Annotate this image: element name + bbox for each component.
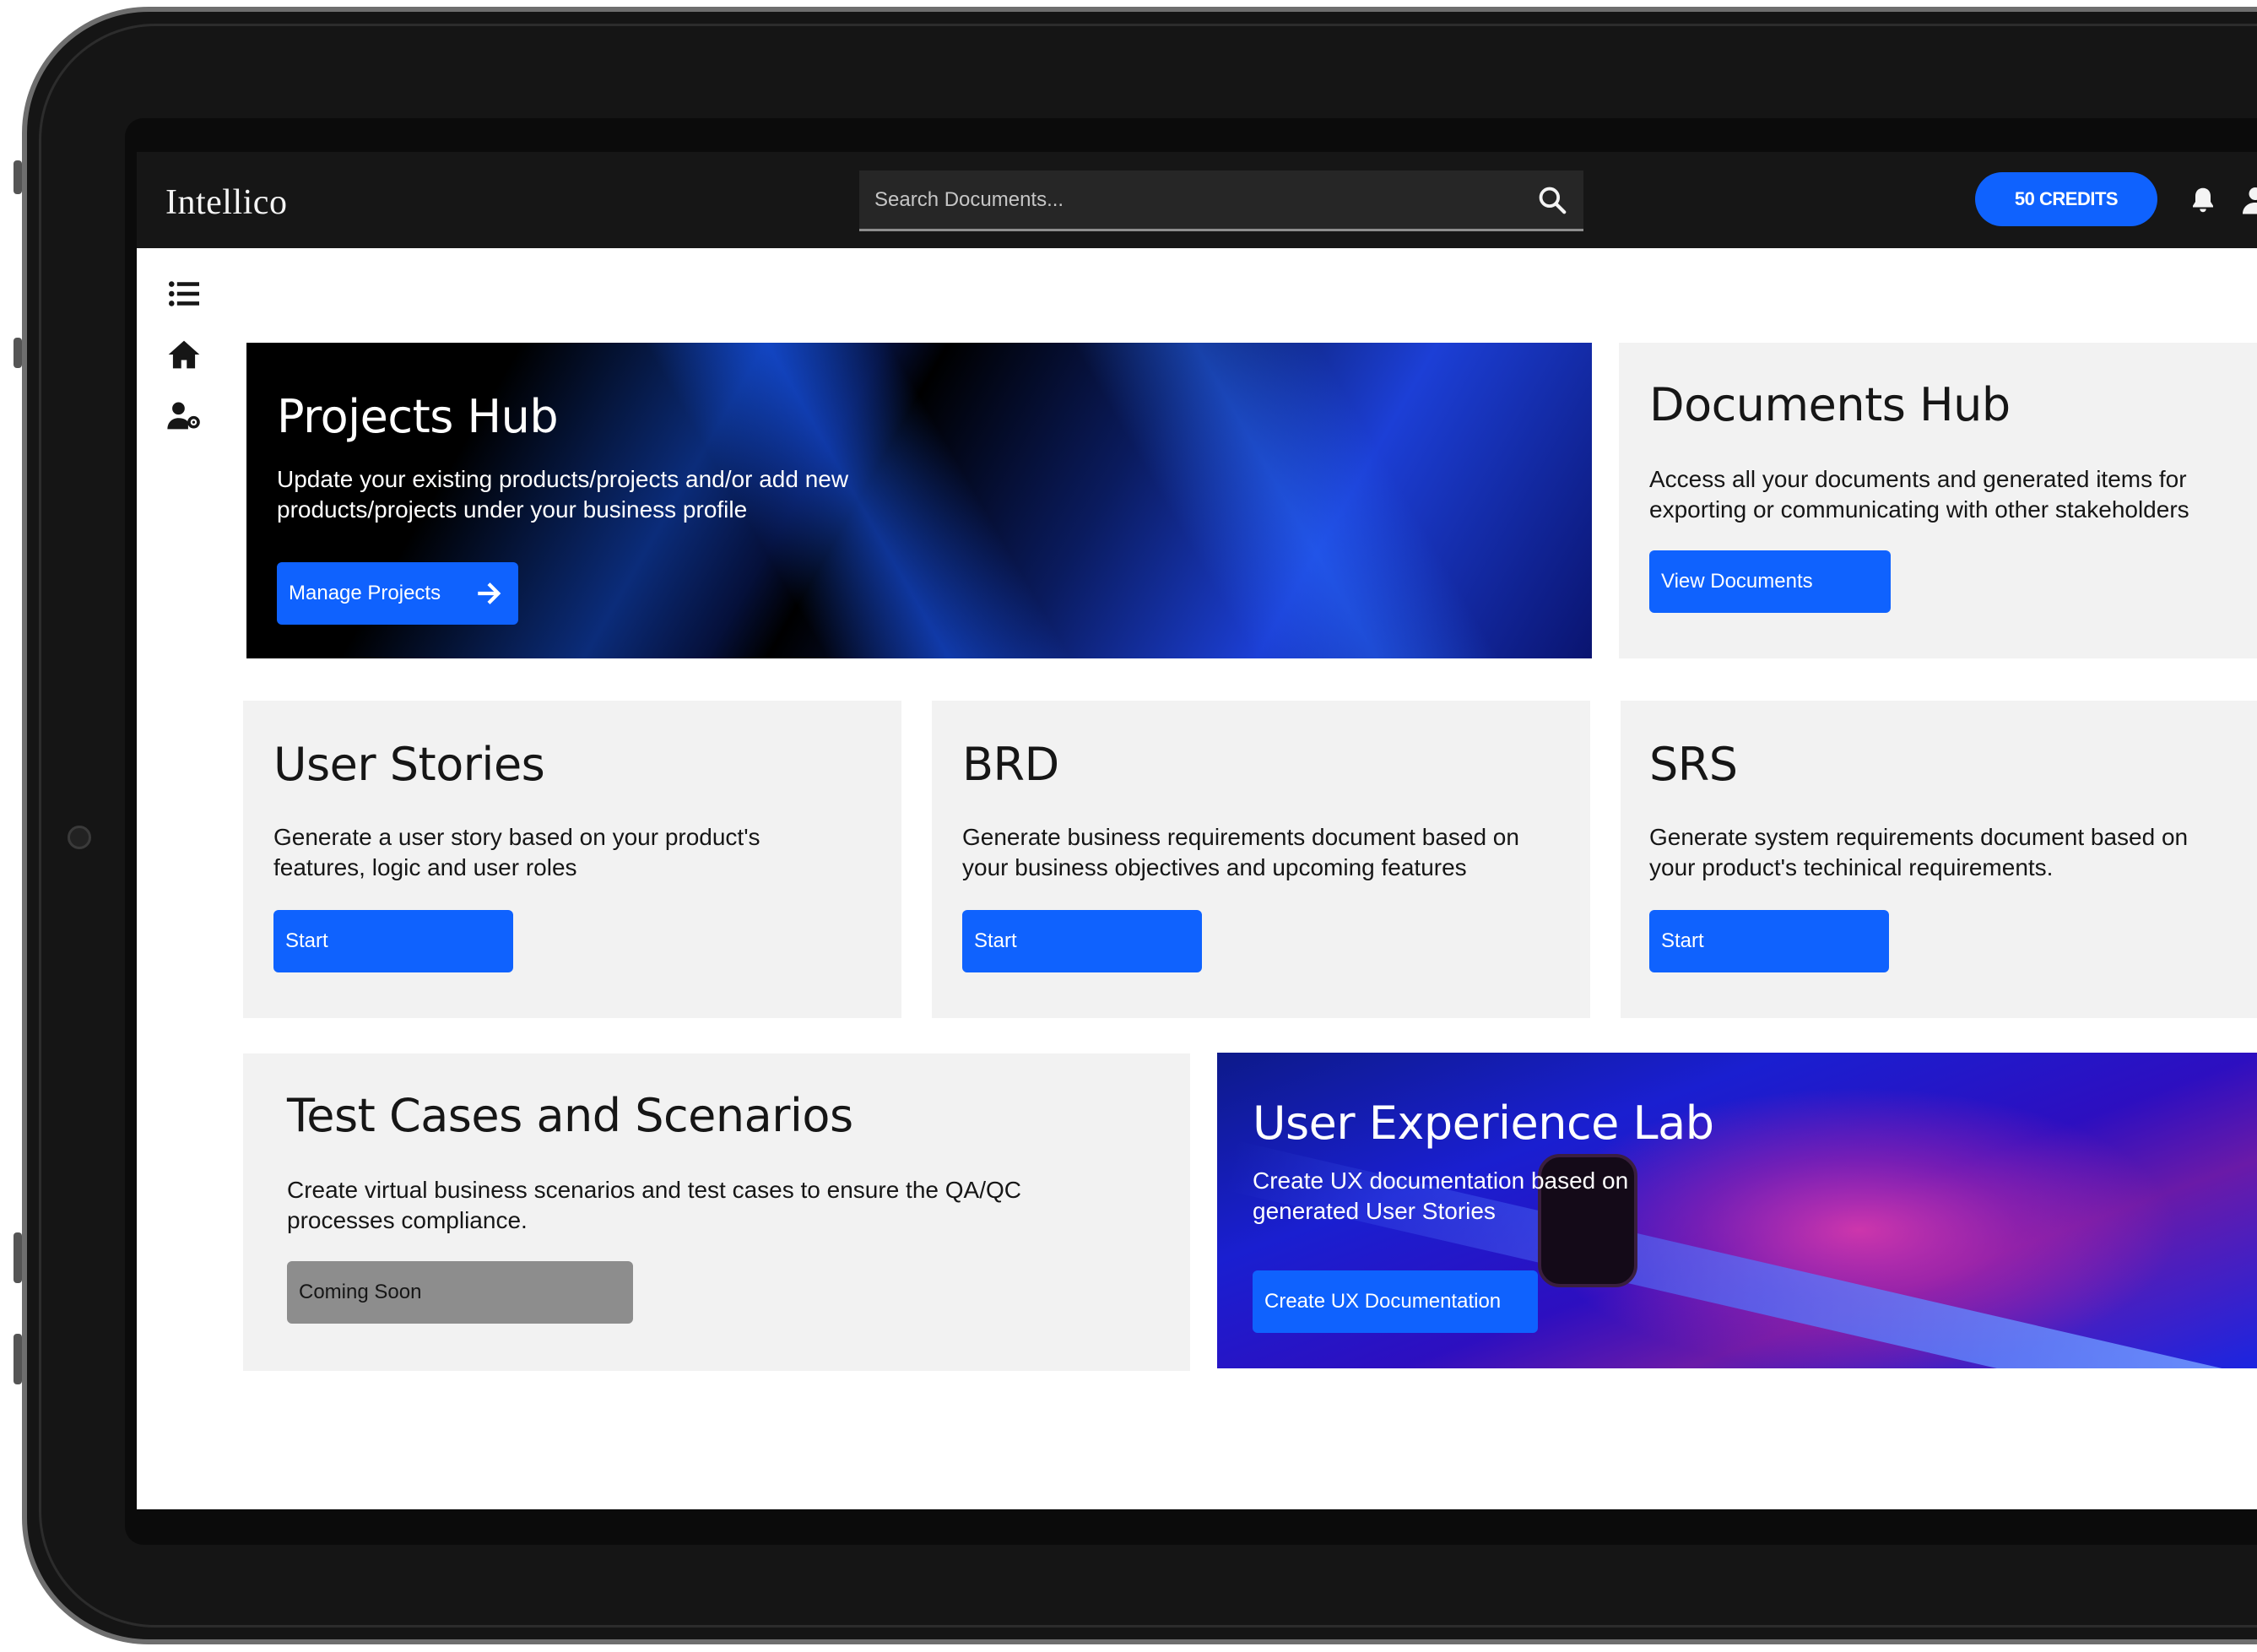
user-stories-title: User Stories (273, 738, 545, 791)
brd-card: BRD Generate business requirements docum… (932, 701, 1590, 1018)
test-cases-card: Test Cases and Scenarios Create virtual … (243, 1053, 1190, 1371)
documents-hub-card: Documents Hub Access all your documents … (1619, 343, 2257, 658)
documents-hub-title: Documents Hub (1649, 378, 2011, 431)
search-input[interactable] (873, 171, 1518, 230)
manage-projects-label: Manage Projects (289, 582, 441, 604)
arrow-right-icon (478, 582, 501, 604)
list-icon[interactable] (167, 279, 201, 309)
ux-lab-card: User Experience Lab Create UX documentat… (1217, 1053, 2257, 1368)
home-icon[interactable] (167, 339, 201, 370)
srs-start-button[interactable]: Start (1649, 910, 1889, 972)
device-side-button (14, 1232, 22, 1283)
test-cases-description: Create virtual business scenarios and te… (287, 1177, 1021, 1233)
projects-hub-card: Projects Hub Update your existing produc… (246, 343, 1592, 658)
projects-hub-title: Projects Hub (277, 390, 559, 443)
user-stories-card: User Stories Generate a user story based… (243, 701, 901, 1018)
ux-lab-description: Create UX documentation based on generat… (1253, 1167, 1629, 1224)
srs-title: SRS (1649, 738, 1738, 791)
user-stories-start-button[interactable]: Start (273, 910, 513, 972)
srs-description: Generate system requirements document ba… (1649, 824, 2189, 880)
brd-description: Generate business requirements document … (962, 824, 1519, 880)
projects-hub-description: Update your existing products/projects a… (277, 466, 849, 523)
user-icon[interactable] (2240, 184, 2257, 216)
search-bar[interactable] (859, 171, 1583, 231)
brd-title: BRD (962, 738, 1059, 791)
coming-soon-button: Coming Soon (287, 1261, 633, 1324)
brand-logo[interactable]: Intellico (165, 182, 287, 223)
device-side-button (14, 1334, 22, 1384)
manage-projects-button[interactable]: Manage Projects (277, 562, 518, 625)
app-screen: Intellico 50 CREDITS (137, 152, 2257, 1509)
top-navigation-bar: Intellico 50 CREDITS (137, 152, 2257, 248)
brd-start-button[interactable]: Start (962, 910, 1202, 972)
user-settings-icon[interactable] (167, 400, 201, 431)
user-stories-description: Generate a user story based on your prod… (273, 824, 760, 880)
device-side-button (14, 160, 22, 194)
srs-card: SRS Generate system requirements documen… (1621, 701, 2257, 1018)
search-icon[interactable] (1536, 184, 1568, 216)
device-camera (68, 826, 91, 849)
ux-lab-title: User Experience Lab (1253, 1097, 1714, 1150)
documents-hub-description: Access all your documents and generated … (1649, 466, 2189, 523)
credits-button[interactable]: 50 CREDITS (1975, 172, 2157, 226)
create-ux-documentation-button[interactable]: Create UX Documentation (1253, 1270, 1538, 1333)
test-cases-title: Test Cases and Scenarios (287, 1089, 853, 1142)
view-documents-button[interactable]: View Documents (1649, 550, 1891, 613)
bell-icon[interactable] (2188, 184, 2218, 216)
device-side-button (14, 338, 22, 368)
